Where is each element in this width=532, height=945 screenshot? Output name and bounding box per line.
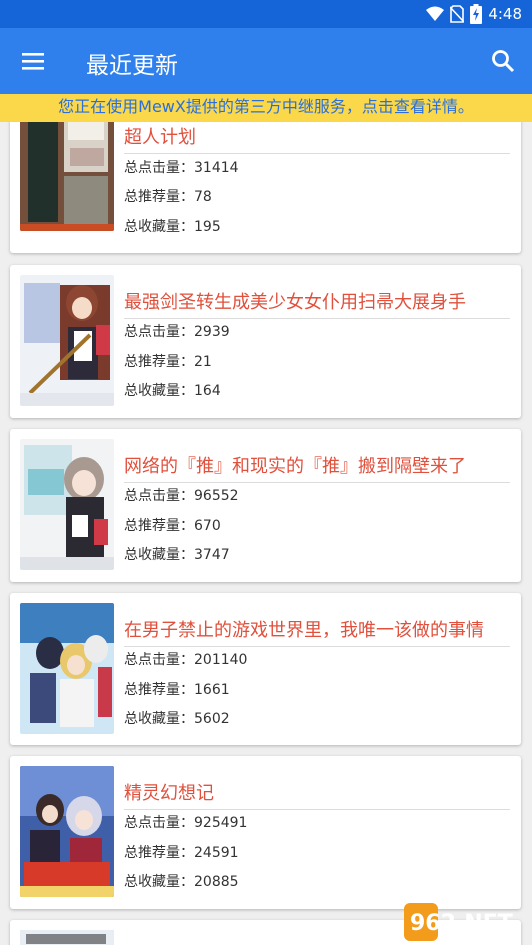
status-icons: 4:48	[426, 4, 522, 24]
book-list: 超人计划 总点击量：31414 总推荐量：78 总收藏量：195 最强剑圣转生成…	[0, 122, 532, 945]
recommend-count: 总推荐量：24591	[124, 845, 239, 861]
book-title: 在男子禁止的游戏世界里，我唯一该做的事情	[124, 616, 510, 647]
favorite-count: 总收藏量：20885	[124, 874, 239, 890]
book-cover	[20, 439, 114, 570]
status-bar: 4:48	[0, 0, 532, 28]
book-cover	[20, 603, 114, 734]
favorite-count: 总收藏量：5602	[124, 711, 230, 727]
list-item[interactable]: 超人计划 总点击量：31414 总推荐量：78 总收藏量：195	[10, 122, 521, 253]
app-toolbar: 最近更新	[0, 28, 532, 94]
relay-service-banner[interactable]: 您正在使用MewX提供的第三方中继服务，点击查看详情。	[0, 94, 532, 122]
recommend-count: 总推荐量：1661	[124, 682, 230, 698]
favorite-count: 总收藏量：3747	[124, 547, 230, 563]
page-title: 最近更新	[86, 53, 178, 79]
recommend-count: 总推荐量：21	[124, 354, 212, 370]
favorite-count: 总收藏量：195	[124, 219, 221, 235]
book-cover	[20, 122, 114, 231]
menu-icon[interactable]	[20, 48, 46, 74]
book-cover	[20, 766, 114, 897]
list-item[interactable]: 网络的『推』和现实的『推』搬到隔壁来了 总点击量：96552 总推荐量：670 …	[10, 429, 521, 582]
list-item[interactable]: 最强剑圣转生成美少女女仆用扫帚大展身手 总点击量：2939 总推荐量：21 总收…	[10, 265, 521, 418]
recommend-count: 总推荐量：78	[124, 189, 212, 205]
status-time: 4:48	[488, 5, 522, 23]
battery-charging-icon	[470, 4, 483, 24]
no-sim-icon	[450, 5, 465, 23]
book-cover	[20, 275, 114, 406]
click-count: 总点击量：96552	[124, 488, 239, 504]
recommend-count: 总推荐量：670	[124, 518, 221, 534]
list-item[interactable]: 精灵幻想记 总点击量：925491 总推荐量：24591 总收藏量：20885	[10, 756, 521, 909]
search-icon[interactable]	[490, 48, 516, 74]
site-watermark: 962.NET 乐游网	[404, 903, 513, 941]
book-title: 网络的『推』和现实的『推』搬到隔壁来了	[124, 452, 510, 483]
book-cover	[20, 930, 114, 945]
svg-text:乐游网: 乐游网	[474, 929, 507, 941]
wifi-icon	[426, 6, 445, 21]
book-title: 超人计划	[124, 123, 510, 154]
list-item[interactable]: 在男子禁止的游戏世界里，我唯一该做的事情 总点击量：201140 总推荐量：16…	[10, 593, 521, 745]
click-count: 总点击量：31414	[124, 160, 239, 176]
book-title: 最强剑圣转生成美少女女仆用扫帚大展身手	[124, 288, 510, 319]
banner-text: 您正在使用MewX提供的第三方中继服务，点击查看详情。	[58, 97, 474, 116]
book-title: 精灵幻想记	[124, 779, 510, 810]
favorite-count: 总收藏量：164	[124, 383, 221, 399]
click-count: 总点击量：2939	[124, 324, 230, 340]
click-count: 总点击量：925491	[124, 815, 248, 831]
click-count: 总点击量：201140	[124, 652, 248, 668]
